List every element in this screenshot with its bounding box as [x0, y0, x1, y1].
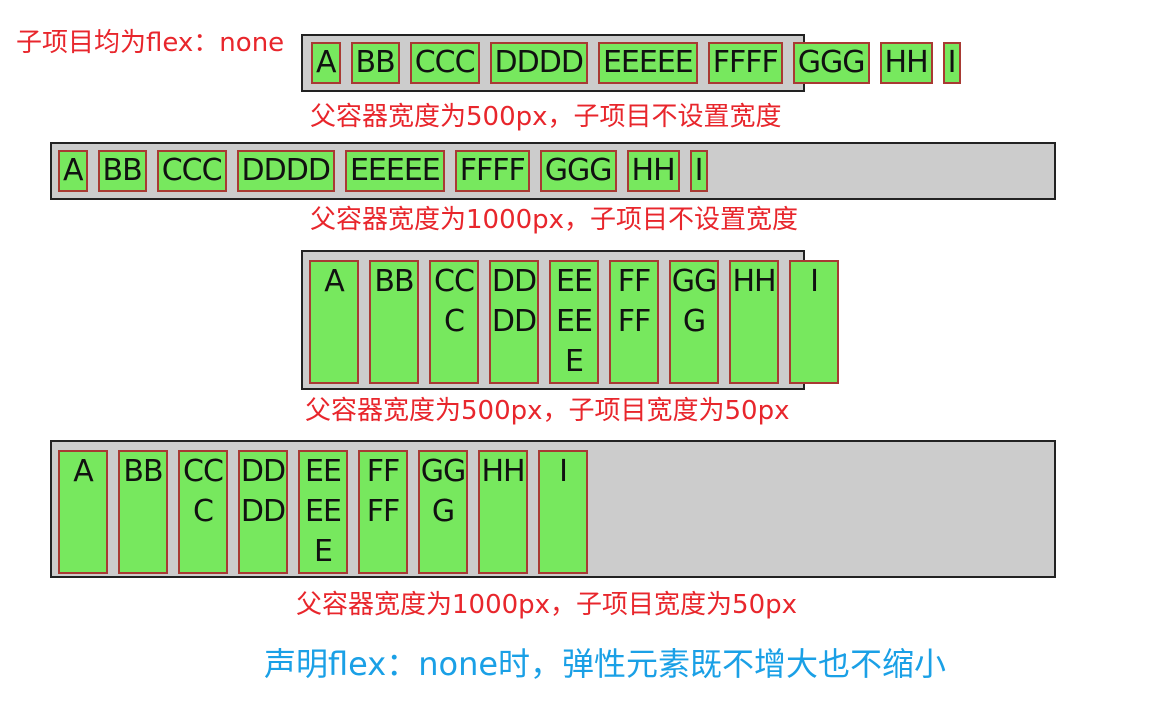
caption-4: 父容器宽度为1000px，子项目宽度为50px [296, 590, 798, 620]
container-500-auto: A BB CCC DDDD EEEEE FFFF GGG HH I [301, 34, 961, 92]
flex-item: EEEEE [344, 150, 445, 192]
flex-item: BB [97, 150, 147, 192]
flex-item: EEEEE [549, 260, 599, 384]
flex-item: I [789, 260, 839, 384]
flex-item: A [309, 260, 359, 384]
caption-1: 父容器宽度为500px，子项目不设置宽度 [310, 102, 782, 132]
flex-item: A [58, 150, 88, 192]
conclusion-text: 声明flex：none时，弹性元素既不增大也不缩小 [264, 645, 947, 683]
flex-item: HH [879, 42, 933, 84]
flex-item: DDDD [238, 450, 288, 574]
diagram-title: 子项目均为flex：none [16, 28, 285, 58]
flex-item: GGG [669, 260, 719, 384]
flex-item: FFFF [358, 450, 408, 574]
flex-item: GGG [418, 450, 468, 574]
flex-item: A [58, 450, 108, 574]
flex-item: FFFF [609, 260, 659, 384]
flex-item: GGG [539, 150, 617, 192]
flex-item: I [942, 42, 961, 84]
flex-item: DDDD [236, 150, 335, 192]
flex-item: GGG [792, 42, 870, 84]
flex-item: HH [478, 450, 528, 574]
flex-item: BB [369, 260, 419, 384]
flex-item: HH [729, 260, 779, 384]
container-500-fixed: A BB CCC DDDD EEEEE FFFF GGG HH I [301, 250, 839, 390]
flex-item: EEEEE [298, 450, 348, 574]
flex-item: BB [350, 42, 400, 84]
flex-item: EEEEE [597, 42, 698, 84]
flex-item: CCC [429, 260, 479, 384]
flex-item: CCC [409, 42, 480, 84]
flex-item: I [689, 150, 708, 192]
caption-3: 父容器宽度为500px，子项目宽度为50px [305, 396, 790, 426]
flex-item: A [311, 42, 341, 84]
container-1000-auto: A BB CCC DDDD EEEEE FFFF GGG HH I [50, 142, 1056, 200]
flex-item: DDDD [489, 260, 539, 384]
flex-item: DDDD [489, 42, 588, 84]
flex-item: HH [626, 150, 680, 192]
flex-item: I [538, 450, 588, 574]
flex-item: FFFF [454, 150, 530, 192]
flex-item: FFFF [707, 42, 783, 84]
flex-item: CCC [178, 450, 228, 574]
flex-item: BB [118, 450, 168, 574]
flex-item: CCC [156, 150, 227, 192]
container-1000-fixed: A BB CCC DDDD EEEEE FFFF GGG HH I [50, 440, 1056, 578]
caption-2: 父容器宽度为1000px，子项目不设置宽度 [310, 205, 799, 235]
